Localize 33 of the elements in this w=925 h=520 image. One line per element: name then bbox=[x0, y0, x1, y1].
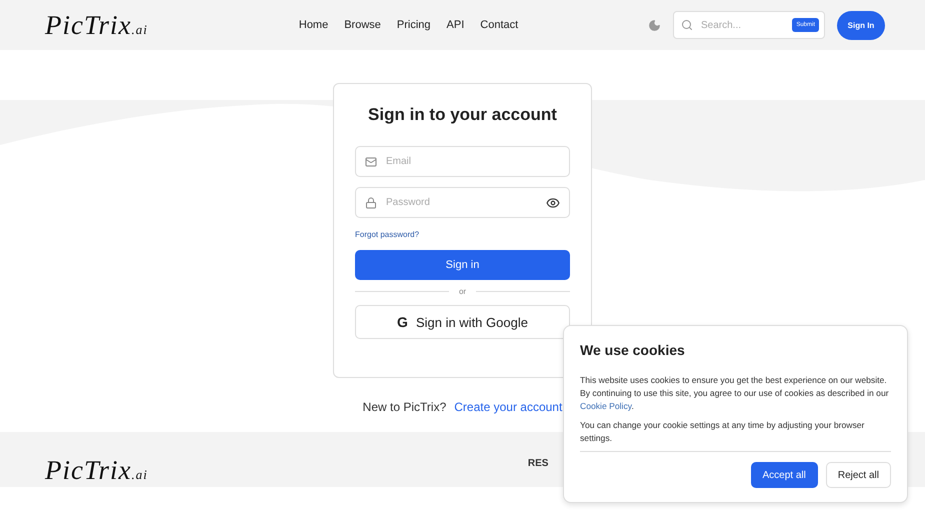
accept-button[interactable]: Accept all bbox=[750, 462, 818, 488]
sign-in-button[interactable]: Sign In bbox=[837, 10, 885, 40]
search-input[interactable]: Search... bbox=[699, 18, 773, 32]
footer-logo[interactable]: PicTrix.ai bbox=[45, 455, 148, 486]
nav-link[interactable]: Contact bbox=[480, 19, 518, 31]
sign-in-button[interactable]: Sign in bbox=[355, 250, 570, 280]
moon-icon[interactable] bbox=[648, 18, 661, 32]
nav-link[interactable]: Pricing bbox=[396, 19, 431, 31]
search-icon bbox=[681, 19, 693, 31]
nav-link[interactable]: API bbox=[446, 19, 464, 31]
nav-link[interactable]: Home bbox=[298, 19, 328, 31]
cookie-text: This website uses cookies to ensure you get the best experience on our website. By continuing to use this site, you agree to our use of cookies as described in our Cookie Policy. bbox=[580, 374, 890, 413]
lock-icon bbox=[365, 196, 377, 208]
cookie-policy-link[interactable]: Cookie Policy bbox=[580, 401, 632, 411]
email-field[interactable]: Email bbox=[355, 146, 570, 177]
signup-prompt: New to PicTrix? bbox=[362, 400, 446, 414]
password-input[interactable]: Password bbox=[384, 196, 539, 209]
eye-icon[interactable] bbox=[546, 196, 560, 210]
mail-icon bbox=[365, 156, 377, 168]
reject-button[interactable]: Reject all bbox=[826, 462, 891, 488]
logo[interactable]: PicTrix.ai bbox=[45, 10, 148, 40]
cookie-note: You can change your cookie settings at any time by adjusting your browser settings. bbox=[580, 419, 866, 445]
divider-label: or bbox=[458, 287, 466, 296]
email-input[interactable]: Email bbox=[384, 155, 560, 168]
google-icon: G bbox=[397, 314, 408, 330]
cookie-title: We use cookies bbox=[580, 342, 686, 358]
footer-heading: RES bbox=[528, 458, 548, 469]
password-field[interactable]: Password bbox=[355, 187, 570, 218]
nav-link[interactable]: Browse bbox=[344, 19, 381, 31]
create-account-link[interactable]: Create your account bbox=[454, 400, 562, 414]
login-title: Sign in to your account bbox=[368, 104, 557, 126]
google-sign-in-button[interactable]: G Sign in with Google bbox=[355, 305, 570, 339]
forgot-password-link[interactable]: Forgot password? bbox=[355, 230, 570, 239]
